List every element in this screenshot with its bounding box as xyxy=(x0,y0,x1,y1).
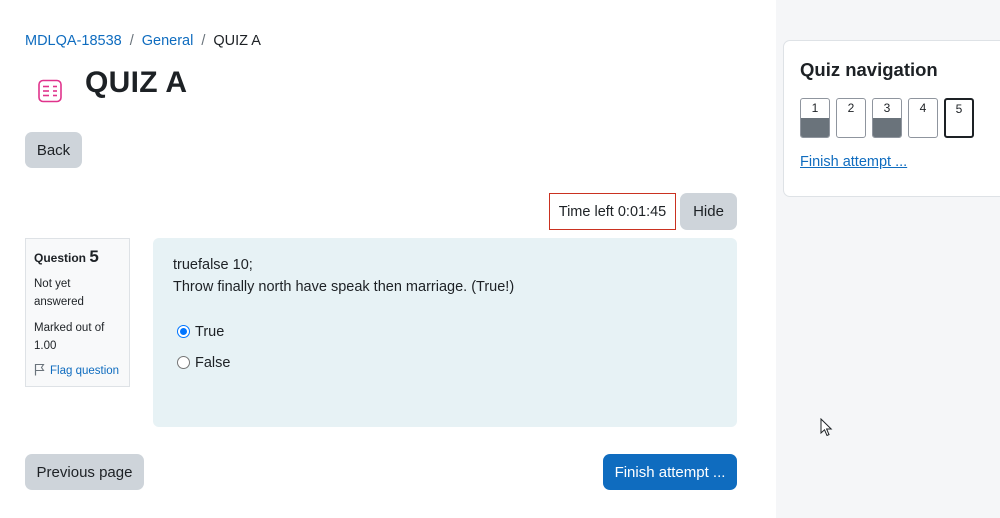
breadcrumb: MDLQA-18538 / General / QUIZ A xyxy=(25,33,261,49)
answer-option-true[interactable]: True xyxy=(173,316,717,347)
back-button[interactable]: Back xyxy=(25,132,82,168)
question-content: truefalse 10; Throw finally north have s… xyxy=(153,238,737,427)
answer-option-false[interactable]: False xyxy=(173,347,717,378)
question-name: truefalse 10; xyxy=(173,257,253,273)
question-label: Question xyxy=(34,251,87,265)
answered-indicator xyxy=(801,118,829,137)
quiz-navigation-title: Quiz navigation xyxy=(800,59,938,80)
quiz-nav-button-label: 1 xyxy=(811,101,819,115)
quiz-nav-button-label: 3 xyxy=(883,101,891,115)
finish-attempt-button[interactable]: Finish attempt ... xyxy=(603,454,737,490)
answered-indicator xyxy=(873,118,901,137)
main-region: MDLQA-18538 / General / QUIZ A QUIZ A Ba… xyxy=(0,0,776,518)
breadcrumb-course-link[interactable]: MDLQA-18538 xyxy=(25,33,122,49)
quiz-nav-button-5[interactable]: 5 xyxy=(944,98,974,138)
quiz-nav-button-4[interactable]: 4 xyxy=(908,98,938,138)
answer-label-false[interactable]: False xyxy=(195,352,230,374)
flag-question-label: Flag question xyxy=(50,365,120,377)
quiz-nav-button-label: 2 xyxy=(847,101,855,115)
answer-options: True False xyxy=(173,316,717,378)
flag-icon xyxy=(34,363,50,379)
question-state: Not yet answered xyxy=(34,278,84,308)
quiz-icon xyxy=(37,79,63,103)
question-grade: Marked out of 1.00 xyxy=(34,322,105,352)
question-number-value: 5 xyxy=(89,247,99,266)
question-number: Question 5 xyxy=(34,247,121,267)
quiz-nav-button-3[interactable]: 3 xyxy=(872,98,902,138)
question-text: Throw finally north have speak then marr… xyxy=(173,279,515,295)
timer: Time left 0:01:45 xyxy=(549,193,676,230)
radio-true[interactable] xyxy=(177,325,190,338)
page-title: QUIZ A xyxy=(85,66,188,99)
quiz-nav-button-2[interactable]: 2 xyxy=(836,98,866,138)
quiz-navigation-block: Quiz navigation 1 2 3 4 5 Finish attempt… xyxy=(783,40,1000,197)
answer-label-true[interactable]: True xyxy=(195,321,224,343)
quiz-nav-button-label: 4 xyxy=(919,101,927,115)
breadcrumb-separator: / xyxy=(201,33,206,49)
breadcrumb-current: QUIZ A xyxy=(213,33,261,49)
flag-question-link[interactable]: Flag question xyxy=(34,363,121,379)
radio-false[interactable] xyxy=(177,356,190,369)
breadcrumb-separator: / xyxy=(129,33,134,49)
breadcrumb-section-link[interactable]: General xyxy=(142,33,194,49)
quiz-nav-button-label: 5 xyxy=(955,102,963,116)
previous-page-button[interactable]: Previous page xyxy=(25,454,144,490)
quiz-nav-finish-link[interactable]: Finish attempt ... xyxy=(800,154,907,170)
mouse-cursor-icon xyxy=(820,417,834,438)
quiz-nav-button-1[interactable]: 1 xyxy=(800,98,830,138)
hide-timer-button[interactable]: Hide xyxy=(680,193,737,230)
question-info: Question 5 Not yet answered Marked out o… xyxy=(25,238,130,387)
